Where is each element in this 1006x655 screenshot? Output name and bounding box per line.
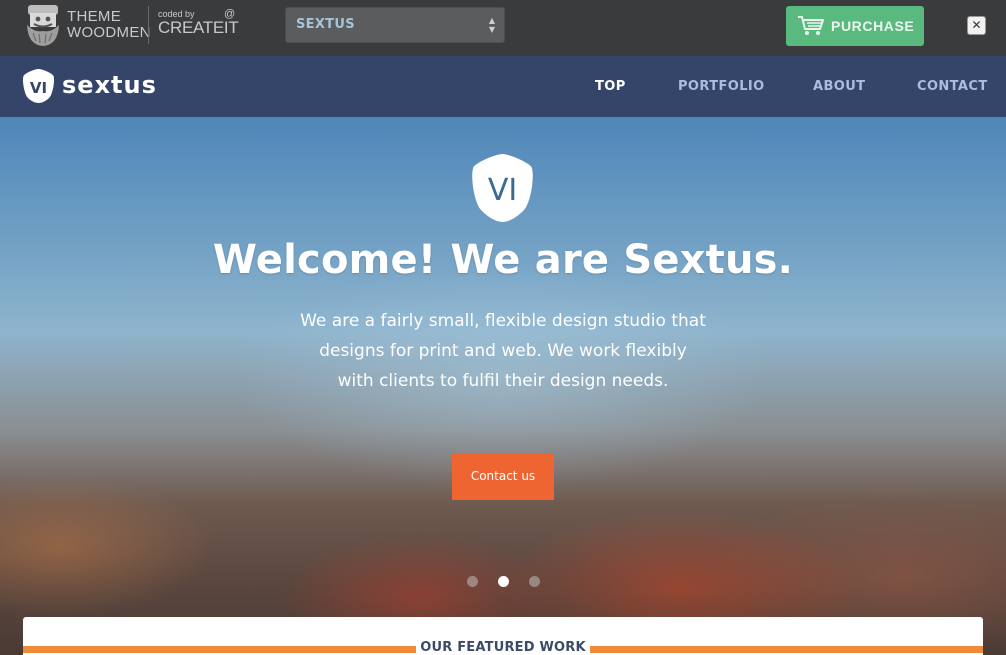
purchase-label: PURCHASE <box>831 18 915 34</box>
createit-at: @ <box>224 8 236 20</box>
featured-work-title: OUR FEATURED WORK <box>420 640 586 655</box>
nav-item-portfolio[interactable]: PORTFOLIO <box>678 79 765 94</box>
theme-woodmen-logo[interactable]: THEME WOODMEN <box>24 3 150 47</box>
section-divider-right <box>590 646 983 653</box>
close-icon[interactable]: ✕ <box>967 16 986 35</box>
theme-woodmen-line2: WOODMEN <box>67 24 151 41</box>
createit-logo[interactable]: coded by CREATEIT @ <box>158 8 239 37</box>
bearded-face-icon <box>27 5 59 46</box>
hexagon-badge-icon: VI <box>23 69 54 103</box>
slider-dot-1[interactable] <box>467 576 478 587</box>
hero-title: Welcome! We are Sextus. <box>212 237 794 283</box>
nav-item-about[interactable]: ABOUT <box>813 79 865 94</box>
hero-description: We are a fairly small, flexible design s… <box>283 306 723 396</box>
shopping-cart-icon <box>798 16 824 35</box>
hero-badge-text: VI <box>488 173 517 208</box>
site-navbar: VI sextus TOP PORTFOLIO ABOUT CONTACT <box>0 56 1006 117</box>
logo-badge-text: VI <box>30 79 47 97</box>
featured-work-section: OUR FEATURED WORK <box>23 617 983 655</box>
purchase-button[interactable]: PURCHASE <box>786 6 924 46</box>
nav-item-contact[interactable]: CONTACT <box>917 79 988 94</box>
slider-dot-3[interactable] <box>529 576 540 587</box>
nav-item-top[interactable]: TOP <box>595 79 626 94</box>
hexagon-badge-icon: VI <box>472 154 533 222</box>
select-arrows-icon: ▲ ▼ <box>488 16 495 34</box>
hero-text-line: We are a fairly small, flexible design s… <box>300 311 706 331</box>
theme-select-value: SEXTUS <box>296 17 355 32</box>
theme-select[interactable]: SEXTUS ▲ ▼ <box>285 7 505 43</box>
hero-text-line: with clients to fulfil their design need… <box>337 371 669 391</box>
demo-topbar: THEME WOODMEN coded by CREATEIT @ SEXTUS… <box>0 0 1006 56</box>
hero-slider: VI Welcome! We are Sextus. We are a fair… <box>0 117 1006 655</box>
theme-woodmen-line1: THEME <box>67 8 121 25</box>
section-divider-left <box>23 646 416 653</box>
contact-us-button[interactable]: Contact us <box>452 453 554 500</box>
slider-dot-2[interactable] <box>498 576 509 587</box>
hero-text-line: designs for print and web. We work flexi… <box>319 341 687 361</box>
createit-text: CREATEIT <box>158 18 239 37</box>
site-logo-name: sextus <box>62 71 157 99</box>
divider <box>148 6 149 44</box>
